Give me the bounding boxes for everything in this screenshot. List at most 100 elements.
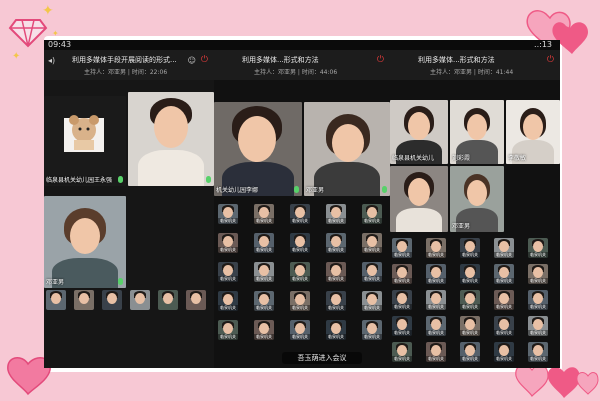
participant-thumbnail[interactable]: 临泉机关 <box>426 342 446 362</box>
thumbnail-label: 临泉机关 <box>290 247 310 253</box>
participant-thumbnail[interactable]: 临泉机关 <box>290 204 310 224</box>
participant-thumbnail[interactable]: 临泉机关 <box>218 233 238 253</box>
participant-thumbnail[interactable]: 临泉机关 <box>254 204 274 224</box>
video-tile[interactable]: 临泉县机关幼儿 <box>390 100 448 164</box>
video-tile[interactable]: 临泉县机关幼儿园王永强 <box>44 96 126 186</box>
participant-thumbnail[interactable]: 临泉机关 <box>290 291 310 311</box>
participant-thumbnail[interactable]: 临泉机关 <box>254 291 274 311</box>
thumbnail-label: 临泉机关 <box>426 356 446 362</box>
participant-thumbnail[interactable]: 临泉机关 <box>290 262 310 282</box>
participant-thumbnail[interactable]: 临泉机关 <box>362 320 382 340</box>
participant-thumbnail[interactable]: 临泉机关 <box>392 238 412 258</box>
participant-thumbnail[interactable]: 临泉机关 <box>494 290 514 310</box>
meeting-host-time: 主持人：邓亚男 | 时间：22:06 <box>84 69 168 76</box>
participant-thumbnail[interactable]: 临泉机关 <box>326 204 346 224</box>
participant-thumbnail[interactable]: 临泉机关 <box>326 320 346 340</box>
thumbnail-label: 临泉机关 <box>528 330 548 336</box>
participant-thumbnail[interactable]: 临泉机关 <box>254 320 274 340</box>
video-tile[interactable] <box>128 92 214 186</box>
participant-thumbnail[interactable]: 临泉机关 <box>290 233 310 253</box>
end-meeting-icon[interactable]: ⏻ <box>201 55 208 65</box>
participant-name: 临泉县机关幼儿 <box>392 155 435 162</box>
participant-thumbnail[interactable] <box>158 290 178 310</box>
mic-icon <box>206 176 211 183</box>
thumbnail-label: 临泉机关 <box>290 334 310 340</box>
participant-thumbnail[interactable]: 临泉机关 <box>392 342 412 362</box>
participant-thumbnail[interactable]: 临泉机关 <box>494 238 514 258</box>
participant-thumbnail[interactable] <box>102 290 122 310</box>
end-meeting-icon[interactable]: ⏻ <box>377 55 384 65</box>
participant-thumbnail[interactable]: 临泉机关 <box>326 291 346 311</box>
thumbnail-label: 临泉机关 <box>460 278 480 284</box>
participant-thumbnail[interactable]: 临泉机关 <box>218 204 238 224</box>
video-tile[interactable]: 李敬敏 <box>506 100 560 164</box>
participant-thumbnail[interactable]: 临泉机关 <box>460 342 480 362</box>
participant-thumbnail[interactable]: 临泉机关 <box>460 238 480 258</box>
participant-thumbnail[interactable]: 临泉机关 <box>528 264 548 284</box>
thumbnail-grid: 临泉机关 临泉机关 临泉机关 临泉机关 临泉机关 临泉机关 临泉机关 临泉机关 临泉机关 临泉机关… <box>214 200 390 350</box>
thumbnail-label: 临泉机关 <box>460 356 480 362</box>
participant-thumbnail[interactable]: 临泉机关 <box>426 290 446 310</box>
meeting-title: 利用多媒体...形式和方法 <box>242 56 319 64</box>
speaker-icon[interactable]: ◂) <box>48 56 55 65</box>
video-tile[interactable]: 机关幼儿园李娜 <box>214 102 302 196</box>
participant-thumbnail[interactable]: 临泉机关 <box>460 316 480 336</box>
participant-thumbnail[interactable]: 临泉机关 <box>254 262 274 282</box>
participant-thumbnail[interactable]: 临泉机关 <box>528 238 548 258</box>
status-right: ..:13 <box>534 40 552 49</box>
participant-thumbnail[interactable]: 临泉机关 <box>254 233 274 253</box>
participant-thumbnail[interactable]: 临泉机关 <box>426 238 446 258</box>
end-meeting-icon[interactable]: ⏻ <box>547 55 554 65</box>
video-tile[interactable]: 邓亚男 <box>304 102 390 196</box>
video-tile[interactable]: 邓亚男 <box>44 196 126 288</box>
meeting-host-time: 主持人：邓亚男 | 时间：41:44 <box>430 69 514 76</box>
participant-thumbnail[interactable] <box>186 290 206 310</box>
participant-thumbnail[interactable]: 临泉机关 <box>362 262 382 282</box>
thumbnail-label: 临泉机关 <box>326 276 346 282</box>
participant-thumbnail[interactable] <box>130 290 150 310</box>
participant-thumbnail[interactable]: 临泉机关 <box>494 264 514 284</box>
participant-thumbnail[interactable]: 临泉机关 <box>218 262 238 282</box>
participant-thumbnail[interactable]: 临泉机关 <box>326 262 346 282</box>
participant-thumbnail[interactable]: 临泉机关 <box>290 320 310 340</box>
video-tile[interactable] <box>390 166 448 232</box>
participant-thumbnail[interactable]: 临泉机关 <box>426 316 446 336</box>
participant-thumbnail[interactable] <box>46 290 66 310</box>
participant-thumbnail[interactable]: 临泉机关 <box>494 342 514 362</box>
participant-thumbnail[interactable]: 临泉机关 <box>494 316 514 336</box>
participant-thumbnail[interactable]: 临泉机关 <box>460 290 480 310</box>
status-time: 09:43 <box>48 40 72 49</box>
thumbnail-label: 临泉机关 <box>426 278 446 284</box>
participant-thumbnail[interactable]: 临泉机关 <box>528 290 548 310</box>
thumbnail-label: 临泉机关 <box>392 278 412 284</box>
video-tile[interactable]: 刘彩霞 <box>450 100 504 164</box>
thumbnail-label: 临泉机关 <box>218 218 238 224</box>
thumbnail-label: 临泉机关 <box>392 356 412 362</box>
participant-thumbnail[interactable]: 临泉机关 <box>362 291 382 311</box>
participant-thumbnail[interactable]: 临泉机关 <box>426 264 446 284</box>
participant-thumbnail[interactable]: 临泉机关 <box>326 233 346 253</box>
participant-thumbnail[interactable]: 临泉机关 <box>392 264 412 284</box>
video-tile[interactable]: 邓亚男 <box>450 166 504 232</box>
participant-thumbnail[interactable]: 临泉机关 <box>362 204 382 224</box>
participant-thumbnail[interactable]: 临泉机关 <box>528 342 548 362</box>
meeting-title: 利用多媒体...形式和方法 <box>418 56 495 64</box>
thumbnail-label: 临泉机关 <box>392 304 412 310</box>
participant-thumbnail[interactable]: 临泉机关 <box>392 316 412 336</box>
thumbnail-label: 临泉机关 <box>218 247 238 253</box>
thumbnail-label: 临泉机关 <box>494 330 514 336</box>
participant-thumbnail[interactable]: 临泉机关 <box>218 320 238 340</box>
thumbnail-label: 临泉机关 <box>218 276 238 282</box>
participant-thumbnail[interactable]: 临泉机关 <box>218 291 238 311</box>
participant-thumbnail[interactable] <box>74 290 94 310</box>
people-icon[interactable]: ☺ <box>188 56 196 65</box>
participant-thumbnail[interactable]: 临泉机关 <box>362 233 382 253</box>
participant-thumbnail[interactable]: 临泉机关 <box>392 290 412 310</box>
sparkle-icon: ✦ <box>42 3 54 19</box>
participant-thumbnail[interactable]: 临泉机关 <box>528 316 548 336</box>
thumbnail-label: 临泉机关 <box>218 334 238 340</box>
thumbnail-label: 临泉机关 <box>218 305 238 311</box>
meeting-header: ◂) 利用多媒体手段开展阅读的形式... 主持人：邓亚男 | 时间：22:06 … <box>44 50 214 80</box>
status-bar: 09:43 ..:13 <box>44 40 560 50</box>
participant-thumbnail[interactable]: 临泉机关 <box>460 264 480 284</box>
